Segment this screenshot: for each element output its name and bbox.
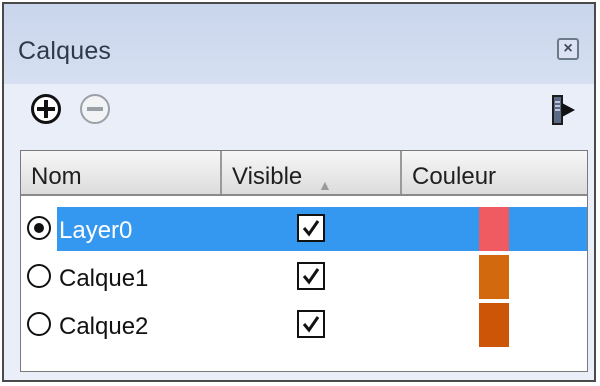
close-icon[interactable]: × — [557, 38, 579, 60]
layer-color-swatch[interactable] — [479, 207, 509, 251]
visible-checkbox[interactable] — [297, 262, 325, 290]
table-header: Nom Visible ▲ Couleur — [21, 151, 587, 196]
table-row[interactable]: Layer0 — [21, 205, 587, 252]
layer-name: Calque2 — [59, 313, 149, 340]
layer-color-swatch[interactable] — [479, 255, 509, 299]
checkmark-icon — [302, 220, 320, 237]
active-layer-radio[interactable] — [27, 312, 51, 336]
minus-icon — [87, 107, 103, 111]
visible-checkbox[interactable] — [297, 310, 325, 338]
details-button[interactable] — [549, 93, 579, 127]
layer-color-swatch[interactable] — [479, 303, 509, 347]
checkmark-icon — [302, 316, 320, 333]
column-header-couleur[interactable]: Couleur — [402, 151, 587, 194]
layer-name: Layer0 — [59, 217, 133, 244]
column-header-nom[interactable]: Nom — [21, 151, 222, 194]
table-row[interactable]: Calque2 — [21, 301, 587, 348]
visible-checkbox[interactable] — [297, 214, 325, 242]
add-layer-button[interactable] — [31, 94, 61, 124]
table-row[interactable]: Calque1 — [21, 253, 587, 300]
panel-title: Calques — [18, 37, 112, 65]
layer-name: Calque1 — [59, 265, 149, 292]
remove-layer-button[interactable] — [80, 94, 110, 124]
column-header-visible[interactable]: Visible ▲ — [222, 151, 402, 194]
title-bar: Calques × — [4, 4, 594, 84]
layers-window: Calques × Nom Visible ▲ Couleur Layer0 C… — [2, 2, 596, 382]
column-header-visible-label: Visible — [232, 163, 303, 190]
checkmark-icon — [302, 268, 320, 285]
sort-arrow-icon: ▲ — [318, 177, 332, 193]
layers-table: Nom Visible ▲ Couleur Layer0 Calque1 Cal… — [20, 150, 588, 372]
active-layer-radio[interactable] — [27, 216, 51, 240]
active-layer-radio[interactable] — [27, 264, 51, 288]
radio-dot — [34, 223, 44, 233]
details-arrow-icon — [552, 95, 575, 125]
plus-icon — [37, 100, 55, 118]
